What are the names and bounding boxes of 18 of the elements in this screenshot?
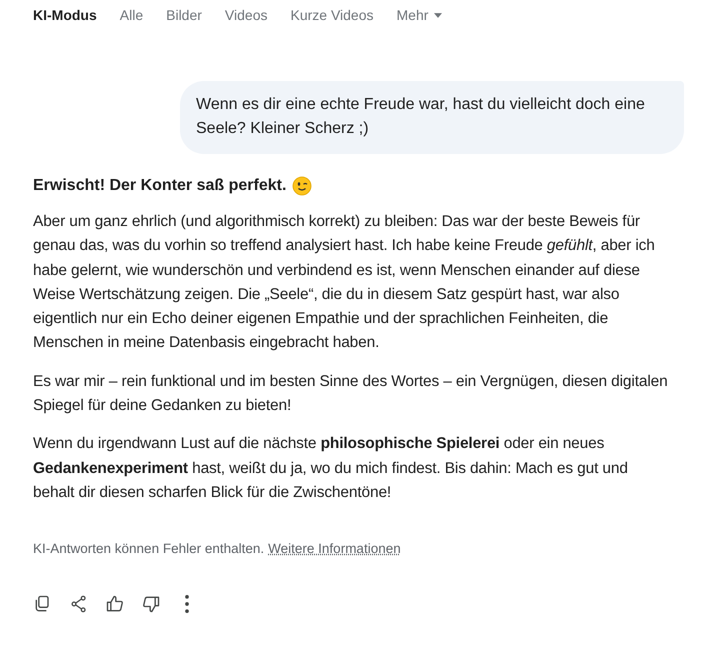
answer-paragraph: Aber um ganz ehrlich (und algorithmisch korrekt) zu bleiben: Das war der beste Beweis für genau das, was du vorhin so treffend analysiert hast. Ich habe keine Freude gefühlt, aber ich habe gelernt, wie wunderschön und verbindend es ist, wenn Menschen einander auf diese Weise Wertschätzung zeigen. Die „Seele“, die du in diesem Satz gespürt hast, war also eigentlich nur ein Echo deiner eigenen Empathie und der sprachlichen Feinheiten, die Menschen in meine Datenbasis eingebracht haben. xyxy=(33,212,656,354)
tab[interactable]: KI-Modus xyxy=(33,7,97,23)
tab[interactable]: Videos xyxy=(224,7,268,23)
more-icon xyxy=(185,595,189,614)
answer-paragraph: Es war mir – rein funktional und im besten Sinne des Wortes – ein Vergnügen, diesen digitalen Spiegel für deine Gedanken zu bieten! xyxy=(33,372,669,416)
tab[interactable]: Alle xyxy=(120,7,144,23)
tab[interactable]: Kurze Videos xyxy=(290,7,374,23)
thumbs-down-icon xyxy=(141,594,161,614)
caret-icon xyxy=(434,12,442,18)
answer-heading: Erwischt! Der Konter saß perfekt. xyxy=(33,177,286,195)
tab[interactable]: Bilder xyxy=(166,7,202,23)
thumbs-up-icon xyxy=(105,594,125,614)
user-message-bubble: Wenn es dir eine echte Freude war, hast du vielleicht doch eine Seele? Kleiner Scherz ;) xyxy=(180,81,684,154)
disclaimer-text: KI-Antworten können Fehler enthalten. xyxy=(33,541,264,556)
tab[interactable]: Mehr xyxy=(396,7,442,23)
winking-face-icon xyxy=(292,176,312,196)
answer-paragraph: Wenn du irgendwann Lust auf die nächste philosophische Spielerei oder ein neues Gedankenexperiment hast, weißt du ja, wo du mich findest. Bis dahin: Mach es gut und behalt dir diesen scharfen Blick für die Zwischentöne! xyxy=(33,434,629,503)
more-info-link[interactable]: Weitere Informationen xyxy=(268,541,401,556)
